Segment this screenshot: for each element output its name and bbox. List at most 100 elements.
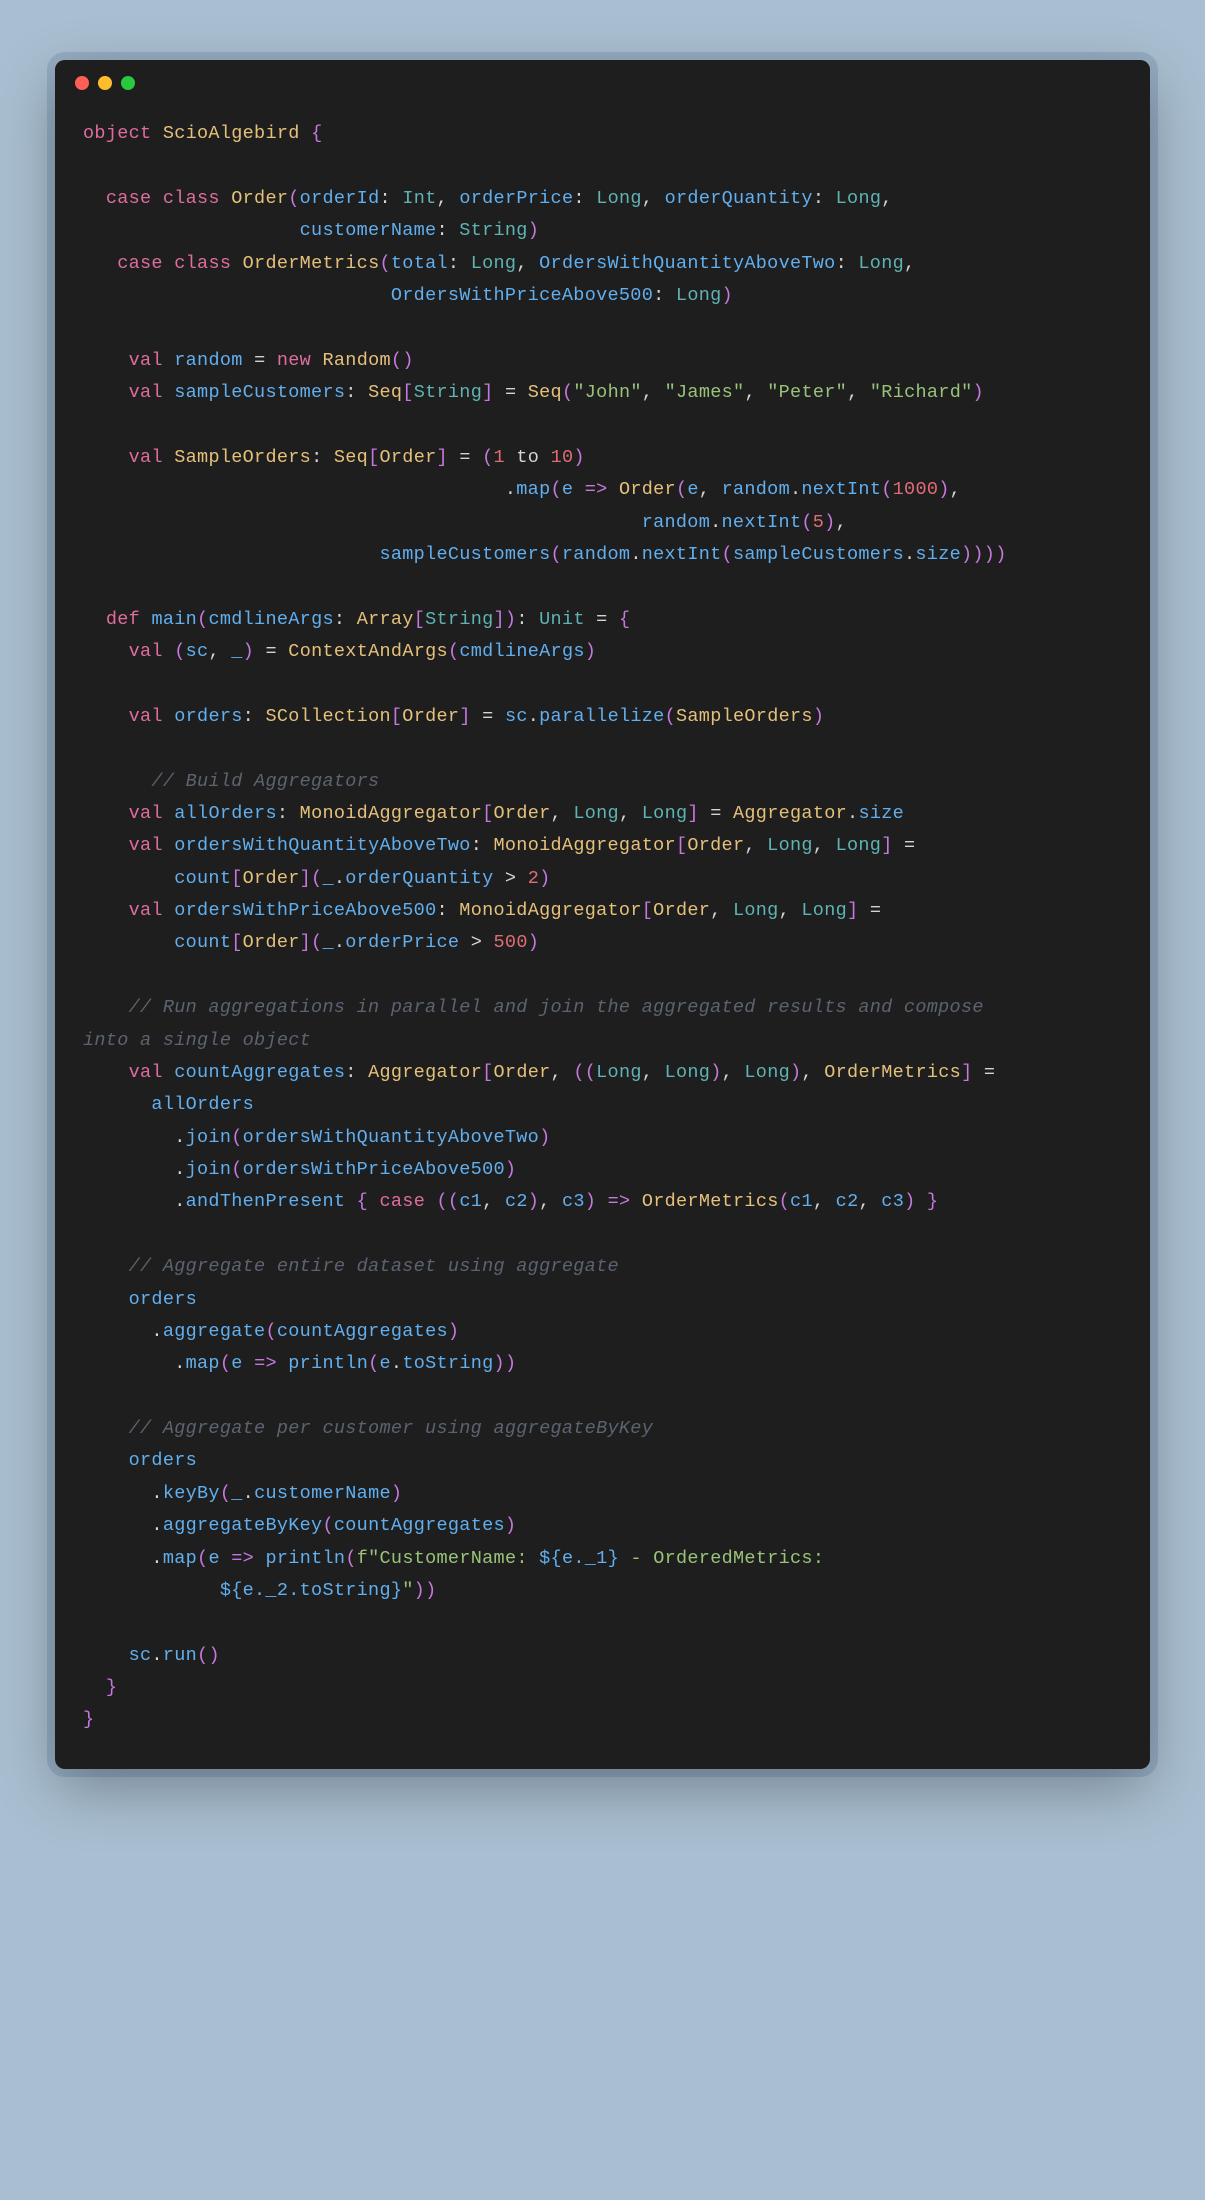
ctor: Seq [528, 382, 562, 403]
lambda-arg: e [562, 479, 573, 500]
type-param: String [414, 382, 482, 403]
type: Random [323, 350, 391, 371]
param-name: customerName [300, 220, 437, 241]
fn-name: main [151, 609, 197, 630]
kw-val: val [129, 900, 163, 921]
type-param: String [425, 609, 493, 630]
param-name: total [391, 253, 448, 274]
class-name: Order [231, 188, 288, 209]
number-literal: 1 [494, 447, 505, 468]
terminal-window: object ScioAlgebird { case class Order(o… [55, 60, 1150, 1769]
kw-new: new [277, 350, 311, 371]
kw-val: val [129, 350, 163, 371]
type: Long [836, 188, 882, 209]
type-param: Order [402, 706, 459, 727]
param-name: orderPrice [459, 188, 573, 209]
val-name: countAggregates [174, 1062, 345, 1083]
property: size [915, 544, 961, 565]
kw-case: case [117, 253, 163, 274]
type: Seq [368, 382, 402, 403]
kw-val: val [129, 1062, 163, 1083]
method-call: map [516, 479, 550, 500]
object-name: ScioAlgebird [163, 123, 300, 144]
fn-call: ContextAndArgs [288, 641, 448, 662]
type: MonoidAggregator [459, 900, 641, 921]
minimize-icon[interactable] [98, 76, 112, 90]
val-name: sampleCustomers [174, 382, 345, 403]
var-ref: sampleCustomers [379, 544, 550, 565]
fn-call: count [174, 868, 231, 889]
var-name: sc [186, 641, 209, 662]
type: Long [471, 253, 517, 274]
number-literal: 5 [813, 512, 824, 533]
kw-to: to [516, 447, 539, 468]
type: MonoidAggregator [300, 803, 482, 824]
class-name: OrderMetrics [243, 253, 380, 274]
brace-close: } [106, 1677, 117, 1698]
method-call: nextInt [801, 479, 881, 500]
type: String [459, 220, 527, 241]
close-icon[interactable] [75, 76, 89, 90]
method-call: aggregateByKey [163, 1515, 323, 1536]
param-name: orderId [300, 188, 380, 209]
type: Long [676, 285, 722, 306]
number-literal: 500 [494, 932, 528, 953]
type: MonoidAggregator [494, 835, 676, 856]
string-literal: "Richard" [870, 382, 973, 403]
number-literal: 2 [528, 868, 539, 889]
brace-open: { [311, 123, 322, 144]
param-name: OrdersWithPriceAbove500 [391, 285, 653, 306]
string-literal: "John" [573, 382, 641, 403]
kw-val: val [129, 706, 163, 727]
method-call: andThenPresent [186, 1191, 346, 1212]
type: Array [357, 609, 414, 630]
string-literal: f"CustomerName: [357, 1548, 539, 1569]
kw-val: val [129, 835, 163, 856]
comment: // Build Aggregators [151, 771, 379, 792]
method-call: parallelize [539, 706, 664, 727]
method-call: map [163, 1548, 197, 1569]
val-name: allOrders [174, 803, 277, 824]
kw-case: case [106, 188, 152, 209]
val-name: random [174, 350, 242, 371]
brace-close: } [83, 1709, 94, 1730]
string-literal: "Peter" [767, 382, 847, 403]
comment: into a single object [83, 1030, 311, 1051]
comment: // Aggregate entire dataset using aggreg… [129, 1256, 619, 1277]
kw-val: val [129, 382, 163, 403]
return-type: Unit [539, 609, 585, 630]
number-literal: 10 [551, 447, 574, 468]
kw-class: class [174, 253, 231, 274]
method-call: nextInt [642, 544, 722, 565]
method-call: map [186, 1353, 220, 1374]
kw-val: val [129, 803, 163, 824]
maximize-icon[interactable] [121, 76, 135, 90]
kw-class: class [163, 188, 220, 209]
val-name: SampleOrders [174, 447, 311, 468]
val-name: orders [174, 706, 242, 727]
kw-val: val [129, 641, 163, 662]
comment: // Run aggregations in parallel and join… [129, 997, 984, 1018]
val-name: ordersWithPriceAbove500 [174, 900, 436, 921]
param-name: cmdlineArgs [208, 609, 333, 630]
method-call: aggregate [163, 1321, 266, 1342]
type: Int [402, 188, 436, 209]
param-name: orderQuantity [665, 188, 813, 209]
number-literal: 1000 [893, 479, 939, 500]
param-name: OrdersWithQuantityAboveTwo [539, 253, 835, 274]
val-name: ordersWithQuantityAboveTwo [174, 835, 470, 856]
method-call: nextInt [722, 512, 802, 533]
code-content: object ScioAlgebird { case class Order(o… [55, 98, 1150, 1769]
kw-val: val [129, 447, 163, 468]
type: Seq [334, 447, 368, 468]
method-call: run [163, 1645, 197, 1666]
type: Long [858, 253, 904, 274]
type: Long [596, 188, 642, 209]
method-call: join [186, 1127, 232, 1148]
window-title-bar [55, 60, 1150, 98]
type: Aggregator [368, 1062, 482, 1083]
string-literal: "James" [665, 382, 745, 403]
type: SCollection [265, 706, 390, 727]
method-call: keyBy [163, 1483, 220, 1504]
fn-call: count [174, 932, 231, 953]
